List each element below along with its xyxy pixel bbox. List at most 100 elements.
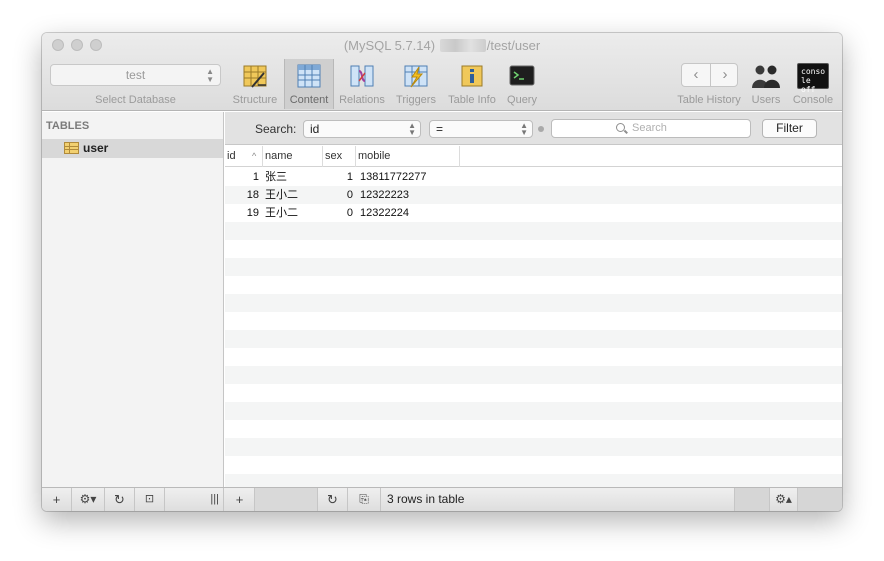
cell-sex[interactable]: 0: [323, 186, 353, 204]
cell-name[interactable]: 王小二: [265, 186, 321, 204]
sidebar-item-label: user: [83, 141, 109, 155]
window-title-suffix: /test/user: [486, 38, 541, 53]
relations-icon: [350, 65, 374, 87]
empty-row: [225, 294, 842, 312]
triggers-label: Triggers: [396, 94, 436, 106]
table-icon: [64, 142, 79, 154]
sidebar-item-user[interactable]: user: [42, 139, 223, 158]
empty-row: [225, 222, 842, 240]
table-info-label: Table Info: [448, 94, 496, 106]
console-label: Console: [792, 94, 834, 106]
app-window: (MySQL 5.7.14) /test/user test ▲ ▼ Select…: [42, 33, 842, 511]
filter-indicator-dot: [538, 126, 544, 132]
empty-row: [225, 456, 842, 474]
add-row-button[interactable]: +: [225, 488, 255, 511]
filter-bar: Search: id ▲ ▼ = ▲ ▼ Search Filter: [225, 112, 842, 145]
relations-button[interactable]: Relations: [336, 59, 388, 109]
filter-search-input[interactable]: Search: [551, 119, 751, 138]
cell-sex[interactable]: 0: [323, 204, 353, 222]
content-icon: [297, 64, 321, 88]
chevron-updown-icon: ▲ ▼: [520, 121, 528, 137]
table-info-icon: [461, 65, 483, 87]
window-title: (MySQL 5.7.14) /test/user: [42, 38, 842, 53]
refresh-tables-button[interactable]: ↻: [105, 488, 135, 511]
add-table-button[interactable]: +: [42, 488, 72, 511]
cell-id[interactable]: 18: [225, 186, 259, 204]
empty-row: [225, 312, 842, 330]
empty-row: [225, 330, 842, 348]
users-icon: [752, 65, 780, 88]
empty-row: [225, 438, 842, 456]
search-label: Search:: [255, 122, 297, 136]
table-row[interactable]: 18 王小二 0 12322223: [225, 186, 842, 204]
cell-name[interactable]: 张三: [265, 168, 321, 186]
users-label: Users: [751, 94, 781, 106]
cell-name[interactable]: 王小二: [265, 204, 321, 222]
empty-row: [225, 384, 842, 402]
table-row[interactable]: 1 张三 1 13811772277: [225, 168, 842, 186]
content-button[interactable]: Content: [284, 59, 334, 109]
row-count-status: 3 rows in table: [387, 492, 465, 506]
split-resize-handle[interactable]: |||: [165, 488, 224, 511]
filter-operator-select[interactable]: = ▲ ▼: [429, 120, 533, 138]
cell-id[interactable]: 19: [225, 204, 259, 222]
empty-row: [225, 258, 842, 276]
redacted-host: [439, 39, 486, 52]
cell-mobile[interactable]: 12322223: [360, 186, 458, 204]
chevron-updown-icon: ▲ ▼: [408, 121, 416, 137]
chevron-updown-icon: ▲ ▼: [206, 67, 214, 84]
structure-button[interactable]: Structure: [228, 59, 282, 109]
empty-row: [225, 240, 842, 258]
content-table: id ^ name sex mobile 1 张三 1 13811772277 18 王小…: [225, 146, 842, 487]
query-label: Query: [507, 94, 537, 106]
database-select-value: test: [125, 68, 146, 82]
cell-sex[interactable]: 1: [323, 168, 353, 186]
empty-row: [225, 474, 842, 487]
window-title-prefix: (MySQL 5.7.14): [343, 38, 436, 53]
tables-heading: TABLES: [46, 120, 90, 132]
pagination-icon[interactable]: ⎘: [348, 488, 381, 511]
console-button[interactable]: conso le off Console: [788, 59, 838, 109]
structure-label: Structure: [232, 94, 278, 106]
triggers-icon: [404, 65, 428, 88]
search-icon: [616, 123, 625, 132]
empty-row: [225, 366, 842, 384]
row-options-empty: [734, 488, 770, 511]
gear-icon[interactable]: ⚙▾: [72, 488, 105, 511]
users-button[interactable]: Users: [748, 59, 784, 109]
empty-row: [225, 348, 842, 366]
refresh-content-button[interactable]: ↻: [318, 488, 348, 511]
table-history-button[interactable]: Table History: [672, 59, 746, 109]
query-icon: [509, 65, 535, 86]
cell-mobile[interactable]: 12322224: [360, 204, 458, 222]
empty-row: [225, 402, 842, 420]
bottom-bar-spacer: [798, 488, 842, 511]
bottom-bar: + ⚙▾ ↻ ⊡ ||| + ↻ ⎘ 3 rows in table ⚙▴: [42, 487, 842, 511]
database-select[interactable]: test ▲ ▼: [50, 64, 221, 86]
search-placeholder: Search: [632, 122, 667, 134]
empty-row: [225, 276, 842, 294]
tables-sidebar: TABLES user: [42, 112, 224, 487]
column-header-sex[interactable]: sex: [323, 146, 356, 167]
table-info-button[interactable]: Table Info: [444, 59, 500, 109]
remove-row-button[interactable]: [255, 488, 318, 511]
table-history-label: Table History: [677, 94, 741, 106]
column-header-name[interactable]: name: [263, 146, 323, 167]
structure-icon: [243, 65, 267, 88]
toggle-info-pane-button[interactable]: ⊡: [135, 488, 165, 511]
column-header-mobile[interactable]: mobile: [356, 146, 460, 167]
triggers-button[interactable]: Triggers: [390, 59, 442, 109]
content-label: Content: [289, 94, 329, 106]
sort-ascending-icon: ^: [252, 151, 257, 161]
gear-icon[interactable]: ⚙▴: [770, 488, 798, 511]
cell-mobile[interactable]: 13811772277: [360, 168, 458, 186]
query-button[interactable]: Query: [502, 59, 542, 109]
table-header: id ^ name sex mobile: [225, 146, 842, 167]
column-header-id[interactable]: id ^: [225, 146, 263, 167]
filter-field-select[interactable]: id ▲ ▼: [303, 120, 421, 138]
table-row[interactable]: 19 王小二 0 12322224: [225, 204, 842, 222]
database-select-label: Select Database: [95, 94, 176, 106]
cell-id[interactable]: 1: [225, 168, 259, 186]
filter-button[interactable]: Filter: [762, 119, 817, 138]
relations-label: Relations: [339, 94, 385, 106]
